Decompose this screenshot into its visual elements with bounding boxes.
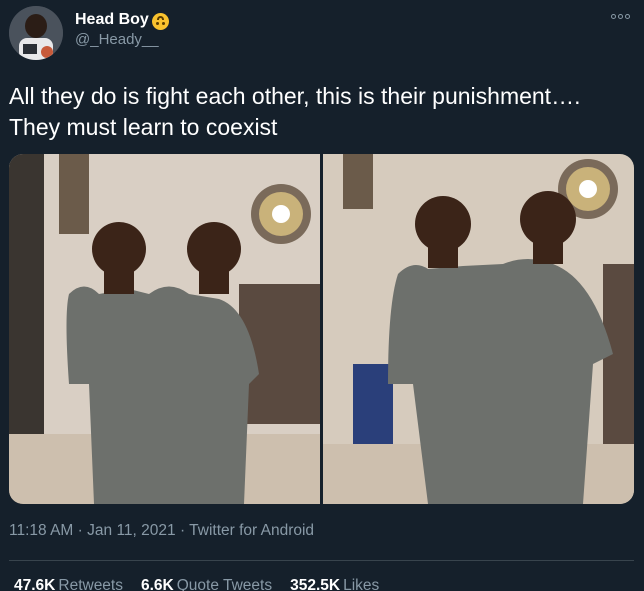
more-options-icon[interactable]: [611, 14, 630, 19]
tweet-stats: 47.6K Retweets 6.6K Quote Tweets 352.5K Lik…: [14, 577, 379, 591]
tweet-text: All they do is fight each other, this is…: [9, 83, 581, 140]
tweet-media[interactable]: [9, 154, 634, 504]
tweet-photo-right[interactable]: [323, 154, 634, 504]
tweet-author[interactable]: Head Boy @_Heady__: [75, 10, 169, 50]
quote-tweets-stat[interactable]: 6.6K Quote Tweets: [141, 577, 272, 591]
tweet-photo-left[interactable]: [9, 154, 320, 504]
likes-stat[interactable]: 352.5K Likes: [290, 577, 379, 591]
divider: [9, 560, 634, 561]
user-handle[interactable]: @_Heady__: [75, 30, 169, 50]
upside-down-face-emoji-icon: [151, 12, 169, 30]
display-name[interactable]: Head Boy: [75, 10, 169, 30]
source-client[interactable]: Twitter for Android: [189, 522, 314, 539]
avatar[interactable]: [9, 6, 63, 60]
tweet-timestamp[interactable]: 11:18 AM · Jan 11, 2021 · Twitter for An…: [9, 522, 314, 540]
retweets-stat[interactable]: 47.6K Retweets: [14, 577, 123, 591]
